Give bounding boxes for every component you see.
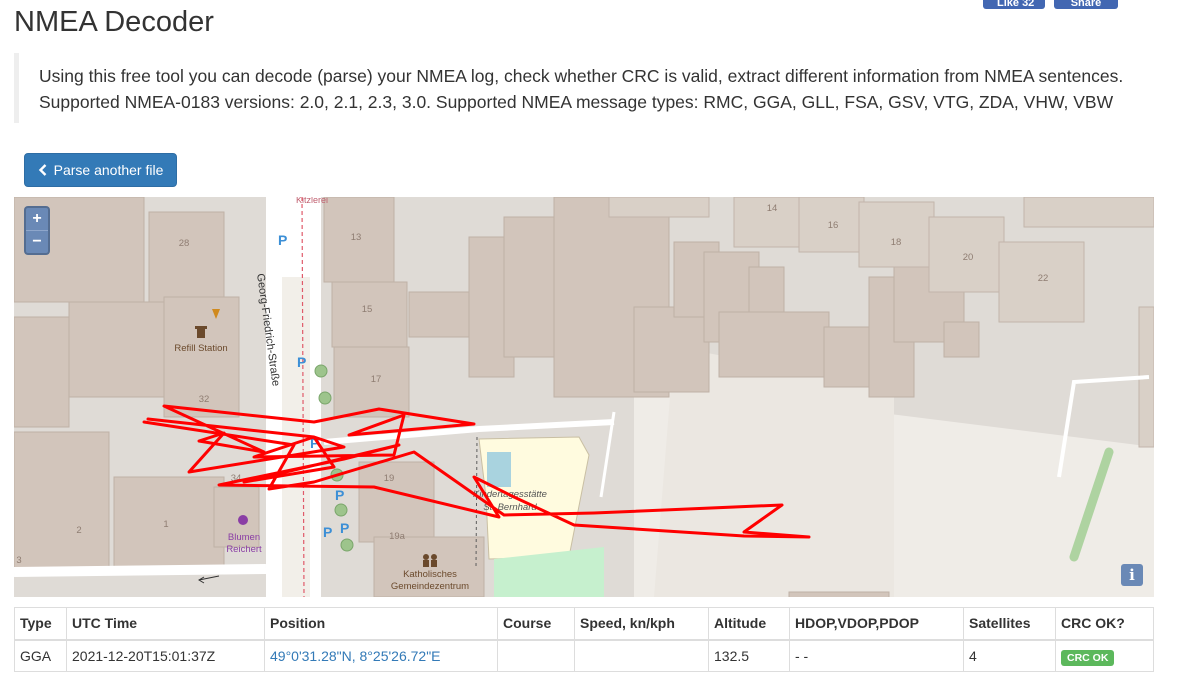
cell-crc: CRC OK bbox=[1055, 639, 1154, 672]
zoom-out-button[interactable]: − bbox=[26, 230, 48, 253]
parking-icon: P bbox=[278, 232, 287, 248]
map-label-15: 15 bbox=[362, 304, 373, 315]
column-header-position: Position bbox=[264, 607, 498, 641]
chevron-left-icon bbox=[38, 164, 46, 176]
cell-satellites: 4 bbox=[963, 639, 1056, 672]
map-label-18: 18 bbox=[891, 237, 902, 248]
column-header-utc-time: UTC Time bbox=[66, 607, 265, 641]
facebook-share-button[interactable]: Share bbox=[1054, 0, 1118, 9]
parse-another-file-button[interactable]: Parse another file bbox=[24, 153, 177, 187]
cell-course bbox=[497, 639, 575, 672]
intro-blockquote: Using this free tool you can decode (par… bbox=[14, 53, 1154, 123]
map-label-20: 20 bbox=[963, 252, 974, 263]
map-label-blumen-2: Reichert bbox=[226, 544, 262, 555]
social-buttons: Like 32 Share bbox=[983, 0, 1118, 9]
map-label-3: 3 bbox=[16, 555, 21, 566]
parse-button-label: Parse another file bbox=[53, 162, 164, 178]
flower-shop-icon bbox=[238, 515, 248, 525]
table-row: GGA 2021-12-20T15:01:37Z 49°0'31.28"N, 8… bbox=[14, 639, 1154, 672]
map-label-14: 14 bbox=[767, 203, 778, 214]
map-label-1: 1 bbox=[163, 519, 168, 530]
parking-icon: P bbox=[323, 524, 332, 540]
map-label-17: 17 bbox=[371, 374, 382, 385]
zoom-control: + − bbox=[24, 206, 50, 255]
map-label-kath-1: Katholisches bbox=[403, 569, 457, 580]
map-label-19a: 19a bbox=[389, 531, 406, 542]
column-header-course: Course bbox=[497, 607, 575, 641]
table-header-row: Type UTC Time Position Course Speed, kn/… bbox=[14, 607, 1154, 641]
column-header-type: Type bbox=[14, 607, 67, 641]
map-label-19: 19 bbox=[384, 473, 395, 484]
cell-speed bbox=[574, 639, 709, 672]
page-title: NMEA Decoder bbox=[14, 6, 214, 38]
cell-dop: - - bbox=[789, 639, 964, 672]
facebook-like-button[interactable]: Like 32 bbox=[983, 0, 1045, 9]
nmea-table: Type UTC Time Position Course Speed, kn/… bbox=[14, 607, 1154, 672]
parking-icon: P bbox=[297, 354, 306, 370]
map-label-13: 13 bbox=[351, 232, 362, 243]
map-label-2: 2 bbox=[76, 525, 81, 536]
intro-line-2: Supported NMEA-0183 versions: 2.0, 2.1, … bbox=[39, 92, 1114, 112]
column-header-speed: Speed, kn/kph bbox=[574, 607, 709, 641]
map-label-kath-2: Gemeindezentrum bbox=[391, 581, 469, 592]
column-header-altitude: Altitude bbox=[708, 607, 790, 641]
cell-altitude: 132.5 bbox=[708, 639, 790, 672]
zoom-in-button[interactable]: + bbox=[26, 208, 48, 230]
map-label-refill: Refill Station bbox=[174, 343, 227, 354]
map-label-32: 32 bbox=[199, 394, 210, 405]
position-link[interactable]: 49°0'31.28"N, 8°25'26.72"E bbox=[270, 648, 441, 664]
map-view[interactable]: 28 32 34 2 1 3 13 15 17 19 19a 14 16 18 … bbox=[14, 197, 1154, 597]
map-label-28: 28 bbox=[179, 238, 190, 249]
intro-line-1: Using this free tool you can decode (par… bbox=[39, 66, 1124, 86]
cell-position: 49°0'31.28"N, 8°25'26.72"E bbox=[264, 639, 498, 672]
map-label-22: 22 bbox=[1038, 273, 1049, 284]
crc-ok-badge: CRC OK bbox=[1061, 649, 1115, 666]
map-info-button[interactable]: i bbox=[1121, 564, 1143, 586]
column-header-crc: CRC OK? bbox=[1055, 607, 1154, 641]
column-header-dop: HDOP,VDOP,PDOP bbox=[789, 607, 964, 641]
map-label-blumen-1: Blumen bbox=[228, 532, 260, 543]
cell-type: GGA bbox=[14, 639, 67, 672]
column-header-satellites: Satellites bbox=[963, 607, 1056, 641]
parking-icon: P bbox=[340, 520, 349, 536]
map-canvas: 28 32 34 2 1 3 13 15 17 19 19a 14 16 18 … bbox=[14, 197, 1154, 597]
map-label-16: 16 bbox=[828, 220, 839, 231]
map-label-top: Kitzlerei bbox=[296, 197, 328, 205]
parking-icon: P bbox=[335, 487, 344, 503]
cell-utc-time: 2021-12-20T15:01:37Z bbox=[66, 639, 265, 672]
